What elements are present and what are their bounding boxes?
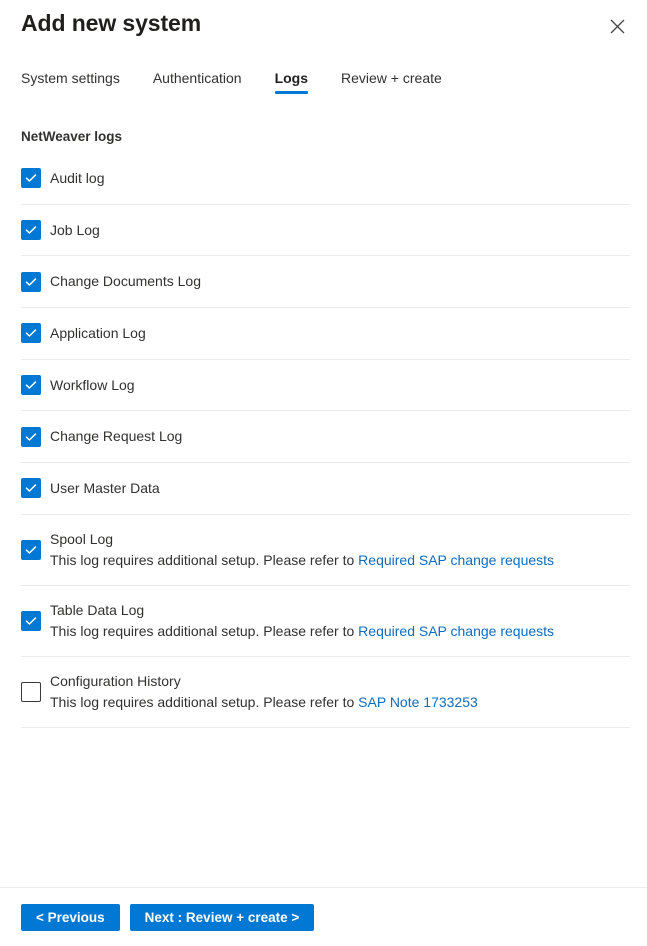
tab-authentication[interactable]: Authentication xyxy=(153,58,242,96)
checkbox-user-master-data[interactable] xyxy=(21,478,41,499)
tab-logs[interactable]: Logs xyxy=(274,58,309,96)
checkbox-job-log[interactable] xyxy=(21,220,41,241)
log-row-table-data-log[interactable]: Table Data Log This log requires additio… xyxy=(21,586,630,657)
checkbox-audit-log[interactable] xyxy=(21,168,41,189)
log-row-application-log[interactable]: Application Log xyxy=(21,308,630,360)
log-description-text: This log requires additional setup. Plea… xyxy=(50,693,359,710)
previous-button[interactable]: < Previous xyxy=(21,903,120,931)
checkbox-configuration-history[interactable] xyxy=(21,681,41,702)
log-row-audit-log[interactable]: Audit log xyxy=(21,153,630,205)
log-row-job-log[interactable]: Job Log xyxy=(21,205,630,257)
log-description-text: This log requires additional setup. Plea… xyxy=(50,622,359,639)
next-review-create-button[interactable]: Next : Review + create > xyxy=(129,903,315,931)
log-label: Application Log xyxy=(50,324,146,341)
log-link-required-sap-change-requests[interactable]: Required SAP change requests xyxy=(358,623,554,639)
log-link-required-sap-change-requests[interactable]: Required SAP change requests xyxy=(358,552,554,568)
log-row-workflow-log[interactable]: Workflow Log xyxy=(21,360,630,412)
close-icon xyxy=(610,19,625,34)
checkbox-change-request-log[interactable] xyxy=(21,426,41,447)
log-row-user-master-data[interactable]: User Master Data xyxy=(21,463,630,515)
log-description: This log requires additional setup. Plea… xyxy=(50,550,622,570)
checkbox-table-data-log[interactable] xyxy=(21,610,41,631)
log-label: Change Request Log xyxy=(50,428,183,445)
add-new-system-blade: Add new system System settings Authentic… xyxy=(0,0,647,946)
tab-review-create[interactable]: Review + create xyxy=(341,58,442,96)
checkbox-spool-log[interactable] xyxy=(21,539,41,560)
blade-header: Add new system xyxy=(0,0,647,58)
log-row-change-documents-log[interactable]: Change Documents Log xyxy=(21,256,630,309)
log-row-change-request-log[interactable]: Change Request Log xyxy=(21,411,630,464)
log-label: Spool Log xyxy=(50,530,114,547)
log-description-text: This log requires additional setup. Plea… xyxy=(50,551,359,568)
log-label: Audit log xyxy=(50,169,105,186)
log-row-spool-log[interactable]: Spool Log This log requires additional s… xyxy=(21,515,630,586)
netweaver-log-list: Audit log Job Log Change Documents Log A… xyxy=(21,153,630,728)
log-label: Table Data Log xyxy=(50,601,145,618)
checkbox-change-documents-log[interactable] xyxy=(21,271,41,292)
log-row-configuration-history[interactable]: Configuration History This log requires … xyxy=(21,657,630,728)
log-label: User Master Data xyxy=(50,479,160,496)
tab-system-settings[interactable]: System settings xyxy=(21,58,120,96)
logs-panel: NetWeaver logs Audit log Job Log Change … xyxy=(0,106,647,887)
log-description: This log requires additional setup. Plea… xyxy=(50,692,622,712)
log-label: Job Log xyxy=(50,221,100,238)
log-label: Workflow Log xyxy=(50,376,135,393)
checkbox-workflow-log[interactable] xyxy=(21,375,41,396)
page-title: Add new system xyxy=(21,10,202,36)
log-description: This log requires additional setup. Plea… xyxy=(50,621,622,641)
checkbox-application-log[interactable] xyxy=(21,323,41,344)
log-label: Configuration History xyxy=(50,672,181,689)
tab-bar: System settings Authentication Logs Revi… xyxy=(0,58,647,106)
blade-footer: < Previous Next : Review + create > xyxy=(0,887,647,946)
log-label: Change Documents Log xyxy=(50,273,201,290)
section-title: NetWeaver logs xyxy=(21,129,123,144)
close-button[interactable] xyxy=(603,12,631,40)
log-link-sap-note[interactable]: SAP Note 1733253 xyxy=(358,694,478,710)
